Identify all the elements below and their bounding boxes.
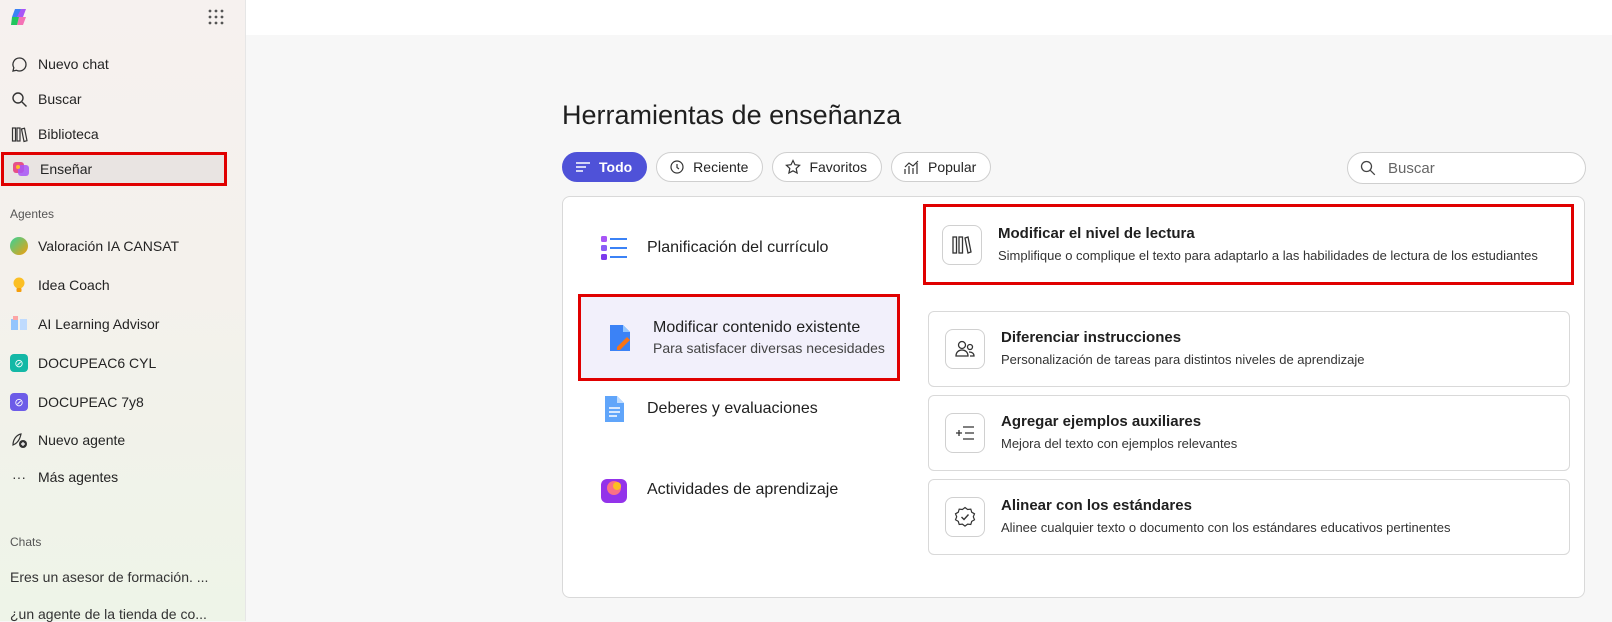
filter-label: Popular [928, 159, 977, 175]
agent-item[interactable]: Valoración IA CANSAT [10, 233, 179, 259]
agent-teal-icon: ⊘ [10, 354, 28, 372]
category-subtitle: Para satisfacer diversas necesidades [653, 340, 885, 356]
agent-label: Idea Coach [38, 277, 110, 293]
chat-bubble-icon [10, 55, 28, 73]
document-icon [599, 394, 629, 424]
tool-differentiate-instructions[interactable]: Diferenciar instrucciones Personalizació… [928, 311, 1570, 387]
tool-title: Modificar el nivel de lectura [998, 224, 1195, 242]
filter-recent[interactable]: Reciente [656, 152, 764, 182]
agents-section-label: Agentes [10, 207, 55, 221]
tool-align-standards[interactable]: Alinear con los estándares Alinee cualqu… [928, 479, 1570, 555]
agent-label: DOCUPEAC 7y8 [38, 394, 144, 410]
category-curriculum-planning[interactable]: Planificación del currículo [599, 233, 828, 263]
more-icon: ··· [12, 469, 26, 485]
category-title: Modificar contenido existente [653, 319, 861, 336]
list-icon [575, 159, 591, 175]
new-agent-button[interactable]: Nuevo agente [10, 427, 125, 453]
agent-label: Valoración IA CANSAT [38, 238, 180, 254]
page-title: Herramientas de enseñanza [562, 100, 902, 130]
agent-item[interactable]: ⊘ DOCUPEAC6 CYL [10, 350, 156, 376]
agent-item[interactable]: Idea Coach [10, 272, 110, 298]
category-learning-activities[interactable]: Actividades de aprendizaje [599, 475, 838, 505]
tool-add-examples[interactable]: Agregar ejemplos auxiliares Mejora del t… [928, 395, 1570, 471]
trending-icon [904, 159, 920, 175]
tool-modify-reading-level[interactable]: Modificar el nivel de lectura Simplifiqu… [923, 204, 1574, 285]
history-icon [669, 159, 685, 175]
new-agent-icon [10, 431, 28, 449]
filter-favorites[interactable]: Favoritos [772, 152, 883, 182]
agent-label: Nuevo agente [38, 432, 126, 448]
agent-label: DOCUPEAC6 CYL [38, 355, 157, 371]
apps-grid-icon[interactable] [207, 8, 225, 26]
activities-icon [599, 475, 629, 505]
teach-icon [12, 160, 30, 178]
tool-description: Mejora del texto con ejemplos relevantes [1001, 436, 1238, 451]
star-icon [785, 159, 802, 175]
nav-label: Buscar [38, 91, 82, 107]
tools-panel: Planificación del currículo Modificar co… [562, 196, 1585, 598]
search-icon [1360, 160, 1376, 176]
agent-label: AI Learning Advisor [38, 316, 160, 332]
tool-title: Diferenciar instrucciones [1001, 329, 1182, 346]
filter-popular[interactable]: Popular [891, 152, 992, 182]
top-header [246, 0, 1612, 35]
edit-document-icon [605, 323, 635, 353]
agent-item[interactable]: AI Learning Advisor [10, 311, 159, 337]
tool-search-box[interactable] [1347, 152, 1586, 184]
chat-history-item[interactable]: Eres un asesor de formación. ... [10, 569, 210, 585]
filter-chips: Todo Reciente Favoritos Popular [562, 152, 992, 182]
list-bullets-icon [599, 233, 629, 263]
nav-label: Enseñar [40, 161, 93, 177]
filter-label: Reciente [693, 159, 749, 175]
nav-search[interactable]: Buscar [10, 84, 228, 114]
category-modify-content[interactable]: Modificar contenido existente Para satis… [578, 294, 900, 381]
books-icon [942, 224, 982, 265]
sidebar: Nuevo chat Buscar Biblioteca Enseñar Age… [0, 0, 246, 622]
tool-description: Personalización de tareas para distintos… [1001, 352, 1365, 367]
library-icon [10, 125, 28, 143]
category-title: Actividades de aprendizaje [647, 481, 839, 498]
tool-description: Alinee cualquier texto o documento con l… [1001, 520, 1451, 535]
agent-label: Más agentes [38, 469, 119, 485]
filter-label: Favoritos [809, 159, 868, 175]
book-icon [10, 315, 28, 333]
people-icon [945, 329, 985, 369]
filter-all[interactable]: Todo [562, 152, 648, 182]
nav-teach[interactable]: Enseñar [1, 152, 227, 186]
category-title: Planificación del currículo [647, 239, 829, 256]
lightbulb-icon [10, 276, 28, 294]
search-input[interactable] [1386, 158, 1570, 178]
nav-label: Nuevo chat [38, 56, 109, 72]
category-homework-assessments[interactable]: Deberes y evaluaciones [599, 394, 818, 424]
add-text-icon [945, 413, 985, 453]
nav-new-chat[interactable]: Nuevo chat [10, 49, 228, 79]
copilot-logo-icon[interactable] [9, 7, 29, 27]
agent-purple-icon: ⊘ [10, 393, 28, 411]
tool-title: Agregar ejemplos auxiliares [1001, 413, 1202, 430]
category-title: Deberes y evaluaciones [647, 400, 818, 417]
badge-check-icon [945, 497, 985, 537]
filter-label: Todo [599, 159, 633, 175]
chats-section-label: Chats [10, 535, 42, 549]
tool-title: Alinear con los estándares [1001, 497, 1192, 514]
tool-description: Simplifique o complique el texto para ad… [998, 247, 1538, 263]
search-icon [10, 90, 28, 108]
more-agents-button[interactable]: ··· Más agentes [10, 464, 118, 490]
chat-history-item[interactable]: ¿un agente de la tienda de co... [10, 606, 210, 622]
nav-library[interactable]: Biblioteca [10, 119, 228, 149]
agent-globe-icon [10, 237, 28, 255]
nav-label: Biblioteca [38, 126, 99, 142]
agent-item[interactable]: ⊘ DOCUPEAC 7y8 [10, 389, 144, 415]
